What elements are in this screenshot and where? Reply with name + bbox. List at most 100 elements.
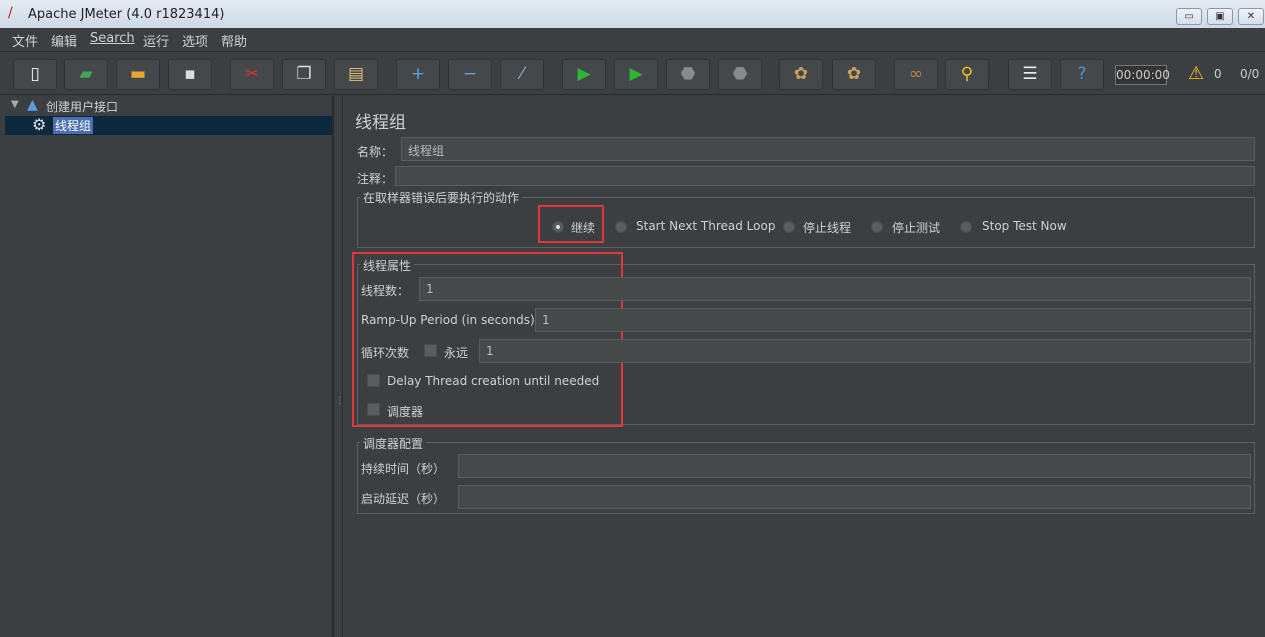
cut-icon: ✂ <box>244 64 260 84</box>
maximize-button[interactable]: ▣ <box>1207 8 1233 25</box>
menu-search[interactable]: Search <box>90 31 135 46</box>
duration-input[interactable] <box>458 454 1251 478</box>
startup-delay-label: 启动延迟（秒） <box>361 492 446 506</box>
save-button[interactable]: ▪ <box>168 59 212 90</box>
option-stop-thread[interactable]: 停止线程 <box>803 219 851 236</box>
delay-thread-label: Delay Thread creation until needed <box>387 374 600 388</box>
error-action-title: 在取样器错误后要执行的动作 <box>360 189 523 206</box>
shutdown-icon: ⬣ <box>732 64 748 84</box>
stop-icon: ⬣ <box>680 64 696 84</box>
tree-item-thread-group[interactable]: ⚙ 线程组 <box>5 115 332 135</box>
function-helper-button[interactable]: ☰ <box>1008 59 1052 90</box>
start-button[interactable]: ▶ <box>562 59 606 90</box>
rampup-label: Ramp-Up Period (in seconds): <box>361 313 539 327</box>
menu-help[interactable]: 帮助 <box>221 31 247 50</box>
threads-label: 线程数： <box>361 284 410 298</box>
forever-label: 永远 <box>444 346 469 360</box>
option-continue[interactable]: 继续 <box>571 219 595 236</box>
gear-icon: ⚙ <box>32 115 47 134</box>
search-button[interactable]: ∞ <box>894 59 938 90</box>
title-bar: / Apache JMeter (4.0 r1823414) ▭ ▣ ✕ <box>0 0 1265 28</box>
paste-icon: ▤ <box>347 64 365 84</box>
new-button[interactable]: ▯ <box>13 59 57 90</box>
startup-delay-input[interactable] <box>458 485 1251 509</box>
radio-stop-test-now[interactable] <box>960 221 972 233</box>
warning-icon[interactable]: ⚠ <box>1188 63 1204 84</box>
duration-label: 持续时间（秒） <box>361 462 446 476</box>
active-threads: 0/0 <box>1240 67 1260 81</box>
split-pane-divider[interactable]: ⋮ <box>333 96 344 637</box>
collapse-button[interactable]: − <box>448 59 492 90</box>
expand-icon: + <box>410 64 426 84</box>
tree-item-label: 线程组 <box>53 117 94 134</box>
reset-search-icon: ⚲ <box>960 64 974 84</box>
test-plan-tree: ▼ ▲ 创建用户接口 ⚙ 线程组 <box>5 96 333 637</box>
minimize-button[interactable]: ▭ <box>1176 8 1202 25</box>
stop-button[interactable]: ⬣ <box>666 59 710 90</box>
collapse-icon: − <box>462 64 478 84</box>
save-icon: ▪ <box>184 64 196 84</box>
copy-button[interactable]: ❐ <box>282 59 326 90</box>
shutdown-button[interactable]: ⬣ <box>718 59 762 90</box>
rampup-input[interactable]: 1 <box>535 308 1251 332</box>
radio-stop-test[interactable] <box>871 221 883 233</box>
menu-options[interactable]: 选项 <box>182 31 208 50</box>
clear-all-button[interactable]: ✿ <box>832 59 876 90</box>
expand-button[interactable]: + <box>396 59 440 90</box>
warning-count: 0 <box>1214 67 1222 81</box>
help-button[interactable]: ? <box>1060 59 1104 90</box>
start-no-pauses-icon: ▶ <box>629 64 643 84</box>
open-icon: ▬ <box>129 64 147 84</box>
new-icon: ▯ <box>30 64 40 84</box>
delay-thread-checkbox[interactable] <box>367 374 380 387</box>
flask-icon: ▲ <box>27 97 38 113</box>
help-icon: ? <box>1077 64 1087 84</box>
loop-count-input[interactable]: 1 <box>479 339 1251 363</box>
reset-search-button[interactable]: ⚲ <box>945 59 989 90</box>
expand-arrow-icon[interactable]: ▼ <box>11 99 19 110</box>
comment-input[interactable] <box>395 166 1255 186</box>
name-input[interactable]: 线程组 <box>401 137 1255 161</box>
radio-start-next-loop[interactable] <box>615 221 627 233</box>
scheduler-config-title: 调度器配置 <box>360 435 427 452</box>
start-no-pauses-button[interactable]: ▶ <box>614 59 658 90</box>
thread-group-panel: 线程组 名称： 线程组 注释： 在取样器错误后要执行的动作 继续 Start N… <box>344 96 1265 637</box>
scheduler-label: 调度器 <box>387 405 424 419</box>
name-label: 名称： <box>357 145 394 159</box>
scheduler-checkbox[interactable] <box>367 403 380 416</box>
open-button[interactable]: ▬ <box>116 59 160 90</box>
loop-count-label: 循环次数 <box>361 346 410 360</box>
menu-run[interactable]: 运行 <box>143 31 169 50</box>
templates-button[interactable]: ▰ <box>64 59 108 90</box>
toggle-button[interactable]: ⁄ <box>500 59 544 90</box>
option-stop-test-now[interactable]: Stop Test Now <box>982 219 1067 233</box>
menu-file[interactable]: 文件 <box>12 31 38 50</box>
jmeter-logo-icon: / <box>8 5 13 21</box>
menu-edit[interactable]: 编辑 <box>51 31 77 50</box>
option-stop-test[interactable]: 停止测试 <box>892 219 940 236</box>
thread-properties-title: 线程属性 <box>360 257 415 274</box>
toggle-icon: ⁄ <box>520 64 524 84</box>
menu-bar: 文件 编辑 Search 运行 选项 帮助 <box>0 28 1265 52</box>
page-title: 线程组 <box>355 113 406 133</box>
cut-button[interactable]: ✂ <box>230 59 274 90</box>
option-start-next-loop[interactable]: Start Next Thread Loop <box>636 219 775 233</box>
comment-label: 注释： <box>357 172 394 186</box>
clear-icon: ✿ <box>793 64 809 84</box>
clear-all-icon: ✿ <box>846 64 862 84</box>
paste-button[interactable]: ▤ <box>334 59 378 90</box>
forever-checkbox[interactable] <box>424 344 437 357</box>
elapsed-timer: 00:00:00 <box>1115 65 1170 85</box>
function-helper-icon: ☰ <box>1022 64 1038 84</box>
tree-item-test-plan[interactable]: 创建用户接口 <box>46 98 118 115</box>
radio-stop-thread[interactable] <box>783 221 795 233</box>
search-icon: ∞ <box>908 64 924 84</box>
start-icon: ▶ <box>577 64 591 84</box>
clear-button[interactable]: ✿ <box>779 59 823 90</box>
copy-icon: ❐ <box>296 64 312 84</box>
threads-input[interactable]: 1 <box>419 277 1251 301</box>
radio-continue[interactable] <box>552 221 564 233</box>
templates-icon: ▰ <box>79 64 93 84</box>
close-button[interactable]: ✕ <box>1238 8 1264 25</box>
window-title: Apache JMeter (4.0 r1823414) <box>28 7 225 22</box>
